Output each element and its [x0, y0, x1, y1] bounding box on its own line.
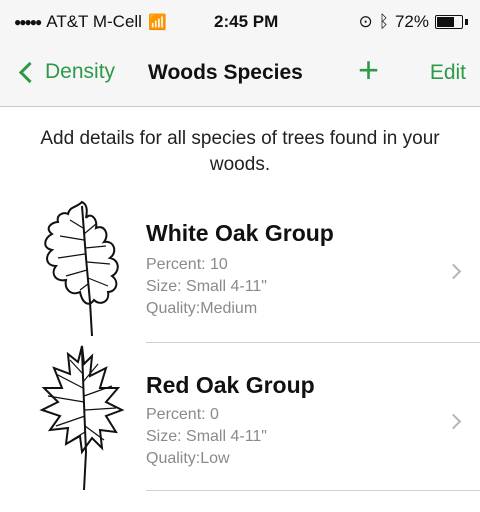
species-name: Red Oak Group [146, 372, 315, 398]
species-quality: Quality:Medium [146, 300, 258, 317]
add-species-button[interactable]: + [358, 52, 379, 88]
intro-text: Add details for all species of trees fou… [40, 128, 440, 175]
white-oak-leaf-icon [44, 200, 119, 337]
species-row-red-oak[interactable]: Red Oak Group Percent: 0 Size: Small 4-1… [0, 344, 480, 494]
battery-tip [465, 19, 468, 25]
chevron-left-icon [18, 61, 41, 83]
row-separator [146, 490, 480, 491]
status-time: 2:45 PM [214, 12, 279, 31]
species-size: Size: Small 4-11" [146, 428, 267, 445]
back-label: Density [45, 60, 116, 83]
red-oak-leaf-icon [39, 345, 125, 491]
battery-percent: 72% [394, 12, 429, 31]
bluetooth-icon: ᛒ [378, 12, 389, 31]
battery-icon [435, 15, 463, 29]
status-bar: ●●●●● AT&T M-Cell 📶 2:45 PM ⊙ ᛒ 72% [0, 0, 480, 44]
species-percent: Percent: 0 [146, 406, 219, 423]
signal-strength-icon: ●●●●● [14, 15, 42, 29]
species-size: Size: Small 4-11" [146, 278, 267, 295]
species-percent: Percent: 10 [146, 256, 228, 273]
battery-fill [437, 17, 454, 27]
rotation-lock-icon: ⊙ [358, 12, 373, 31]
page-title: Woods Species [148, 61, 303, 84]
wifi-icon: 📶 [147, 14, 167, 31]
chevron-right-icon [445, 263, 462, 280]
chevron-right-icon [445, 413, 462, 430]
species-row-white-oak[interactable]: White Oak Group Percent: 10 Size: Small … [0, 194, 480, 344]
carrier-group: ●●●●● AT&T M-Cell 📶 [14, 12, 167, 32]
species-name: White Oak Group [146, 220, 334, 246]
status-right-group: ⊙ ᛒ 72% [359, 12, 468, 32]
carrier-label: AT&T M-Cell [46, 12, 142, 31]
back-button[interactable]: Density [18, 60, 115, 84]
row-separator [146, 342, 480, 343]
edit-button[interactable]: Edit [430, 61, 466, 85]
species-quality: Quality:Low [146, 450, 230, 467]
navigation-bar: Density Woods Species + Edit [0, 44, 480, 107]
